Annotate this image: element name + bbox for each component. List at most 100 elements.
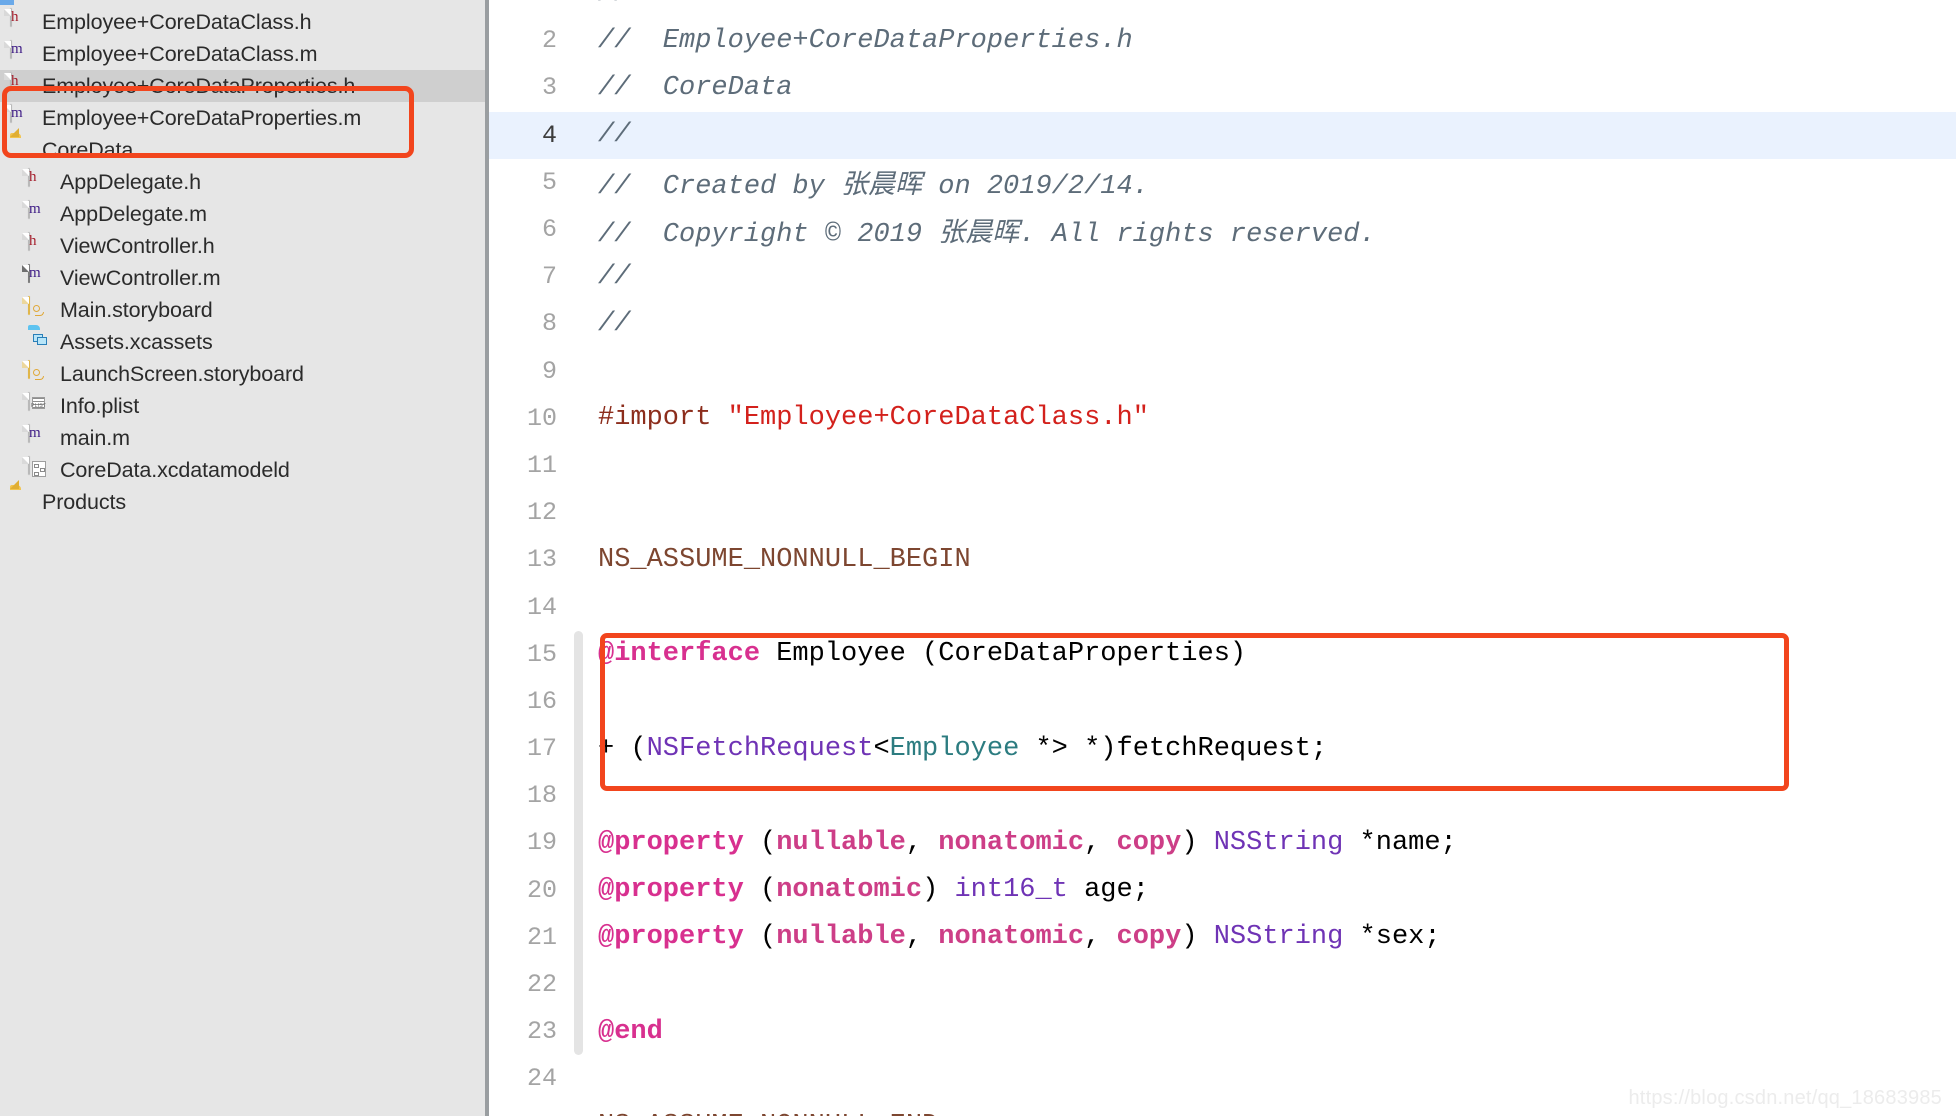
source-editor[interactable]: 1 // 2 // Employee+CoreDataProperties.h 3 // … <box>489 0 1956 1116</box>
code-fold-ribbon[interactable] <box>574 1055 583 1102</box>
code-line[interactable]: 17 + (NSFetchRequest<Employee *> *)fetchR… <box>489 725 1956 773</box>
file-list-item[interactable]: h Employee+CoreDataClass.h <box>0 6 485 38</box>
line-number: 20 <box>526 875 557 905</box>
code-token: age; <box>1067 875 1149 906</box>
code-line[interactable]: 16 <box>489 677 1956 725</box>
code-fold-ribbon[interactable] <box>574 300 583 347</box>
line-number: 15 <box>526 639 557 669</box>
code-line[interactable]: 10 #import "Employee+CoreDataClass.h" <box>489 395 1956 442</box>
code-fold-ribbon[interactable] <box>574 772 583 820</box>
file-list-item[interactable]: m main.m <box>0 422 485 454</box>
file-list-item-label: Products <box>42 489 127 514</box>
code-token: , <box>905 827 939 858</box>
file-list-item[interactable]: mEmployee+CoreDataProperties.m <box>0 102 485 134</box>
code-token: nullable <box>776 922 906 953</box>
file-list-item[interactable]: h ViewController.h <box>0 230 485 262</box>
code-fold-ribbon[interactable] <box>574 913 583 961</box>
file-list-item[interactable]: Products <box>0 480 485 518</box>
code-line[interactable]: 12 <box>489 489 1956 536</box>
code-fold-ribbon[interactable] <box>574 819 583 867</box>
file-list-item-label: Main.storyboard <box>60 297 213 322</box>
code-token: Employee (CoreDataProperties) <box>760 639 1247 670</box>
file-list-item-label: Employee+CoreDataProperties.m <box>42 105 362 130</box>
plist-icon: PLIST <box>28 392 50 419</box>
file-list-item[interactable]: Main.storyboard <box>0 294 485 326</box>
code-line[interactable]: 5 // Created by 张晨晖 on 2019/2/14. <box>489 159 1956 206</box>
code-fold-ribbon[interactable] <box>574 583 583 630</box>
file-list-item-label: CoreData.xcdatamodeld <box>60 457 290 482</box>
code-token: ) <box>922 875 955 906</box>
file-list-item[interactable]: m ViewController.m <box>0 262 485 294</box>
code-fold-ribbon[interactable] <box>574 206 583 253</box>
line-number: 5 <box>541 167 557 197</box>
code-fold-ribbon[interactable] <box>574 348 583 395</box>
code-line[interactable]: 2 // Employee+CoreDataProperties.h <box>489 17 1956 64</box>
file-list-item[interactable]: Assets.xcassets <box>0 326 485 358</box>
file-list-item[interactable]: PLIST Info.plist <box>0 390 485 422</box>
file-list-item[interactable]: LaunchScreen.storyboard <box>0 358 485 390</box>
header-file-icon: h <box>10 8 32 35</box>
code-fold-ribbon[interactable] <box>574 395 583 442</box>
header-file-icon: h <box>28 232 50 259</box>
code-line-text: // <box>583 262 1956 292</box>
code-line[interactable]: 8 // <box>489 300 1956 347</box>
file-list-item[interactable]: CoreData <box>0 128 485 166</box>
code-token: *> *)fetchRequest; <box>1019 733 1328 764</box>
code-token: , <box>905 922 939 953</box>
code-line-text: NS_ASSUME_NONNULL_END <box>583 1111 1956 1116</box>
objc-file-icon: m <box>10 40 32 67</box>
line-number: 14 <box>526 592 557 622</box>
storyboard-icon <box>28 296 50 323</box>
project-navigator[interactable]: hEmployee+CoreDataClass.hmEmployee+CoreD… <box>0 0 485 1116</box>
code-line[interactable]: 14 <box>489 583 1956 630</box>
code-fold-ribbon[interactable] <box>574 677 583 725</box>
file-list[interactable]: hEmployee+CoreDataClass.hmEmployee+CoreD… <box>0 6 485 518</box>
code-line[interactable]: 15 @interface Employee (CoreDataPropertie… <box>489 630 1956 678</box>
file-list-item-label: Assets.xcassets <box>60 329 213 354</box>
code-token: , <box>1084 827 1117 858</box>
code-lines[interactable]: 1 // 2 // Employee+CoreDataProperties.h 3 // … <box>489 0 1956 1116</box>
code-fold-ribbon[interactable] <box>574 17 583 64</box>
code-line[interactable]: 13 NS_ASSUME_NONNULL_BEGIN <box>489 536 1956 583</box>
code-fold-ribbon[interactable] <box>574 112 583 159</box>
code-line[interactable]: 4 // <box>489 111 1956 159</box>
file-list-item[interactable]: CoreData.xcdatamodeld <box>0 454 485 486</box>
code-fold-ribbon[interactable] <box>574 1008 583 1056</box>
code-token: // Created by 张晨晖 on 2019/2/14. <box>598 172 1149 203</box>
code-fold-ribbon[interactable] <box>574 725 583 773</box>
code-line[interactable]: 20 @property (nonatomic) int16_t age; <box>489 866 1956 914</box>
code-fold-ribbon[interactable] <box>574 536 583 583</box>
code-line[interactable]: 3 // CoreData <box>489 64 1956 111</box>
code-fold-ribbon[interactable] <box>574 64 583 111</box>
code-token: // CoreData <box>598 72 793 103</box>
file-list-item[interactable]: m Employee+CoreDataClass.m <box>0 38 485 70</box>
code-fold-ribbon[interactable] <box>574 489 583 536</box>
file-list-item[interactable]: h Employee+CoreDataProperties.h <box>0 70 485 102</box>
file-list-item[interactable]: m AppDelegate.m <box>0 198 485 230</box>
code-fold-ribbon[interactable] <box>574 630 583 678</box>
code-fold-ribbon[interactable] <box>574 0 583 17</box>
code-line[interactable]: 19 @property (nullable, nonatomic, copy) … <box>489 819 1956 867</box>
line-number: 4 <box>541 120 557 150</box>
code-fold-ribbon[interactable] <box>574 253 583 300</box>
code-line[interactable]: 7 // <box>489 253 1956 300</box>
code-fold-ribbon[interactable] <box>574 1103 583 1116</box>
code-fold-ribbon[interactable] <box>574 442 583 489</box>
code-line[interactable]: 22 <box>489 960 1956 1009</box>
code-line[interactable]: 11 <box>489 442 1956 489</box>
code-line[interactable]: 21 @property (nullable, nonatomic, copy) … <box>489 913 1956 961</box>
code-line-text: @property (nullable, nonatomic, copy) NS… <box>583 922 1956 952</box>
storyboard-icon <box>28 360 50 387</box>
file-list-item[interactable]: h AppDelegate.h <box>0 166 485 198</box>
code-line[interactable]: 6 // Copyright © 2019 张晨晖. All rights res… <box>489 206 1956 253</box>
header-file-icon: h <box>10 72 32 99</box>
code-line[interactable]: 18 <box>489 772 1956 820</box>
code-line[interactable]: 23 @end <box>489 1008 1956 1056</box>
code-fold-ribbon[interactable] <box>574 159 583 206</box>
code-fold-ribbon[interactable] <box>574 866 583 914</box>
xcode-window: hEmployee+CoreDataClass.hmEmployee+CoreD… <box>0 0 1956 1116</box>
code-fold-ribbon[interactable] <box>574 960 583 1009</box>
code-line[interactable]: 9 <box>489 348 1956 395</box>
code-line-text: #import "Employee+CoreDataClass.h" <box>583 403 1956 433</box>
code-line[interactable]: 1 // <box>489 0 1956 17</box>
